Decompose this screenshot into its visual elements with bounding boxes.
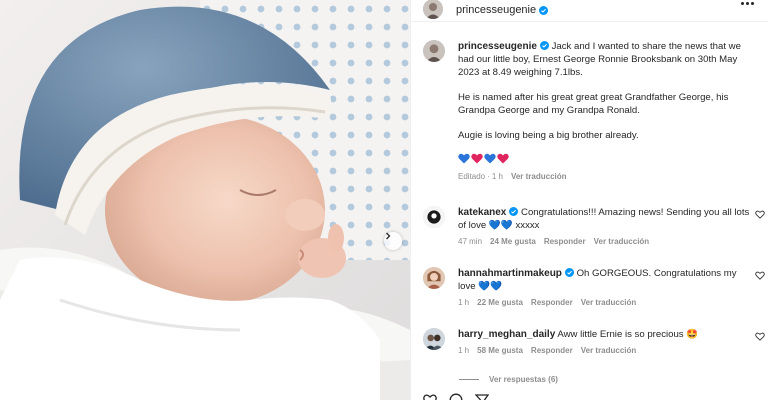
avatar[interactable]: [423, 267, 445, 289]
see-translation-button[interactable]: Ver traducción: [594, 235, 650, 248]
caption-paragraph-1: princesseugenie Jack and I wanted to sha…: [458, 40, 758, 79]
edited-label: Editado: [458, 172, 486, 181]
comment-time[interactable]: 1 h: [458, 344, 469, 357]
comment-time[interactable]: 1 h: [458, 296, 469, 309]
comment-username[interactable]: harry_meghan_daily: [458, 329, 555, 340]
user-avatar-icon: [423, 40, 445, 62]
newborn-photo: [0, 0, 410, 400]
red-heart-icon: [497, 153, 509, 163]
comment-text: Aww little Ernie is so precious 🤩: [557, 329, 699, 340]
see-translation-button[interactable]: Ver traducción: [511, 170, 567, 183]
carousel-next-button[interactable]: [384, 232, 402, 250]
avatar[interactable]: [423, 328, 445, 350]
post-photo[interactable]: [0, 0, 410, 400]
heart-outline-icon[interactable]: [755, 271, 765, 280]
view-replies-label: Ver respuestas (6): [489, 375, 558, 384]
caption-paragraph-2: He is named after his great great great …: [458, 92, 729, 116]
verified-badge-icon: [539, 41, 549, 50]
more-horizontal-icon: [741, 2, 744, 5]
comment-body: katekanex Congratulations!!! Amazing new…: [458, 206, 750, 248]
action-bar: [423, 393, 759, 400]
user-avatar-icon: [423, 328, 445, 350]
red-heart-icon: [471, 153, 483, 163]
comment-likes[interactable]: 24 Me gusta: [490, 235, 536, 248]
caption-meta: Editado · 1 h Ver traducción: [458, 170, 758, 183]
reply-button[interactable]: Responder: [531, 296, 573, 309]
blue-heart-icon: [484, 153, 496, 163]
dot-separator: ·: [487, 172, 490, 181]
avatar[interactable]: [423, 206, 445, 228]
heart-outline-icon[interactable]: [755, 210, 765, 219]
see-translation-button[interactable]: Ver traducción: [581, 296, 637, 309]
reply-button[interactable]: Responder: [544, 235, 586, 248]
comment-body: hannahmartinmakeup Oh GORGEOUS. Congratu…: [458, 267, 750, 309]
comment-username[interactable]: katekanex: [458, 207, 506, 218]
comment-username[interactable]: hannahmartinmakeup: [458, 268, 562, 279]
caption-username[interactable]: princesseugenie: [458, 41, 537, 52]
comment-time[interactable]: 47 min: [458, 235, 482, 248]
caption: princesseugenie Jack and I wanted to sha…: [423, 40, 759, 183]
instagram-post: princesseugenie princesseugenie Jack and…: [0, 0, 768, 400]
user-avatar-icon: [423, 206, 445, 228]
header-username[interactable]: princesseugenie: [456, 4, 536, 16]
comment-likes[interactable]: 22 Me gusta: [477, 296, 523, 309]
heart-outline-icon[interactable]: [755, 332, 765, 341]
blue-heart-icon: [458, 153, 470, 163]
user-avatar-icon: [423, 0, 443, 19]
more-options-button[interactable]: [741, 2, 754, 5]
see-translation-button[interactable]: Ver traducción: [581, 344, 637, 357]
comment-meta: 47 min 24 Me gusta Responder Ver traducc…: [458, 235, 750, 248]
verified-badge-icon: [539, 5, 549, 15]
replies-line: [459, 379, 479, 380]
comment-likes[interactable]: 58 Me gusta: [477, 344, 523, 357]
verified-badge-icon: [564, 268, 574, 277]
header-divider: [411, 21, 768, 22]
comment-icon[interactable]: [449, 393, 463, 400]
caption-paragraph-3: Augie is loving being a big brother alre…: [458, 130, 639, 141]
comment-meta: 1 h 22 Me gusta Responder Ver traducción: [458, 296, 750, 309]
caption-hearts: [458, 152, 758, 164]
comment: harry_meghan_daily Aww little Ernie is s…: [423, 328, 768, 357]
user-avatar-icon: [423, 267, 445, 289]
chevron-right-icon: [386, 232, 391, 240]
comment-body: harry_meghan_daily Aww little Ernie is s…: [458, 328, 750, 357]
caption-time[interactable]: 1 h: [492, 170, 503, 183]
more-dot: [751, 2, 754, 5]
view-replies-button[interactable]: Ver respuestas (6): [459, 375, 558, 384]
share-icon[interactable]: [475, 393, 489, 400]
comment: katekanex Congratulations!!! Amazing new…: [423, 206, 768, 248]
avatar[interactable]: [423, 0, 443, 19]
heart-icon[interactable]: [423, 393, 437, 400]
post-header: princesseugenie: [411, 0, 768, 20]
caption-body: princesseugenie Jack and I wanted to sha…: [458, 40, 758, 183]
more-dot: [746, 2, 749, 5]
avatar[interactable]: [423, 40, 445, 62]
comment: hannahmartinmakeup Oh GORGEOUS. Congratu…: [423, 267, 768, 309]
reply-button[interactable]: Responder: [531, 344, 573, 357]
verified-badge-icon: [509, 207, 519, 216]
comment-meta: 1 h 58 Me gusta Responder Ver traducción: [458, 344, 750, 357]
post-details: princesseugenie princesseugenie Jack and…: [410, 0, 768, 400]
